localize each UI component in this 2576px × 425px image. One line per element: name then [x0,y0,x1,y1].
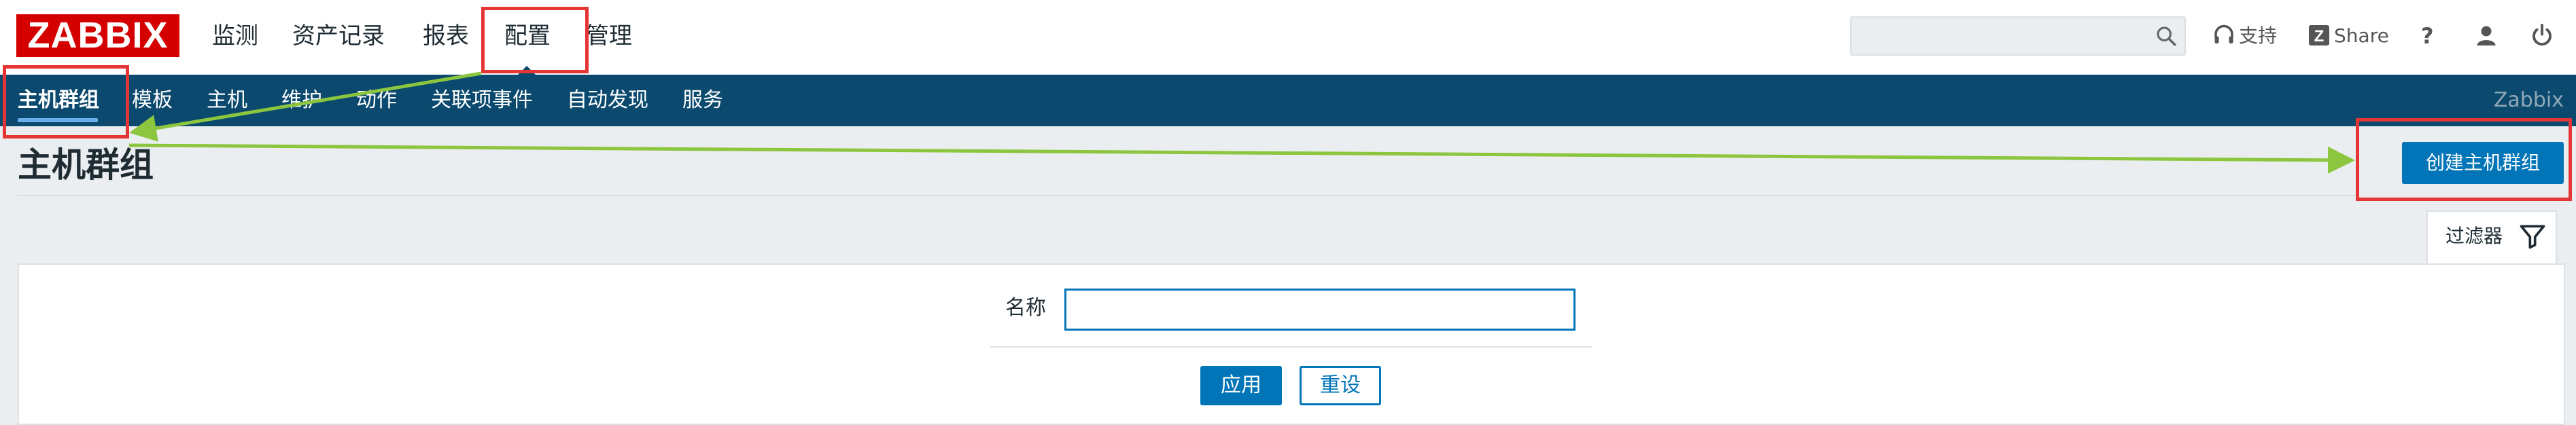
filter-divider [990,346,1592,348]
sub-menu-item-templates[interactable]: 模板 [132,86,173,115]
annotation-box-host-groups-tab [3,65,129,138]
main-menu-item-monitoring[interactable]: 监测 [212,20,258,52]
sub-menu-item-discovery[interactable]: 自动发现 [567,86,648,115]
sub-menu-item-actions[interactable]: 动作 [356,86,397,115]
top-header: ZABBIX 监测 资产记录 报表 配置 管理 支持 Z Share ? [0,0,2576,75]
navbar-brand-label: Zabbix [2493,88,2564,112]
name-filter-input[interactable] [1064,289,1576,331]
apply-button[interactable]: 应用 [1200,366,1282,405]
main-menu-item-inventory[interactable]: 资产记录 [292,20,385,52]
filter-tab-label: 过滤器 [2446,225,2503,247]
user-icon[interactable] [2474,23,2499,48]
search-input[interactable] [1850,16,2186,56]
svg-text:Z: Z [2314,27,2325,45]
reset-button[interactable]: 重设 [1300,366,1381,405]
zabbix-logo[interactable]: ZABBIX [16,14,179,57]
support-link[interactable]: 支持 [2239,20,2277,52]
help-icon[interactable]: ? [2421,20,2434,52]
sub-navigation: 主机群组 模板 主机 维护 动作 关联项事件 自动发现 服务 Zabbix [0,75,2576,126]
annotation-box-configuration-menu [481,7,589,73]
filter-panel [18,263,2565,425]
sub-menu-item-maintenance[interactable]: 维护 [281,86,322,115]
sub-menu-item-services[interactable]: 服务 [682,86,723,115]
search-icon[interactable] [2155,24,2178,48]
sub-menu-item-event-correlation[interactable]: 关联项事件 [431,86,533,115]
arrow-tab-to-create-button [128,143,2355,174]
share-link[interactable]: Share [2334,20,2389,52]
page-title: 主机群组 [18,145,154,185]
filter-tab[interactable]: 过滤器 [2426,210,2557,265]
main-menu-item-reports[interactable]: 报表 [423,20,469,52]
main-menu-item-administration[interactable]: 管理 [586,20,632,52]
title-divider [18,195,2359,196]
annotation-box-create-button [2356,118,2572,201]
name-field-label: 名称 [1005,296,1046,320]
zabbix-share-icon: Z [2309,25,2329,45]
funnel-icon [2520,225,2545,249]
sub-menu-item-hosts[interactable]: 主机 [207,86,247,115]
headset-icon [2214,24,2233,43]
power-icon[interactable] [2530,23,2554,48]
